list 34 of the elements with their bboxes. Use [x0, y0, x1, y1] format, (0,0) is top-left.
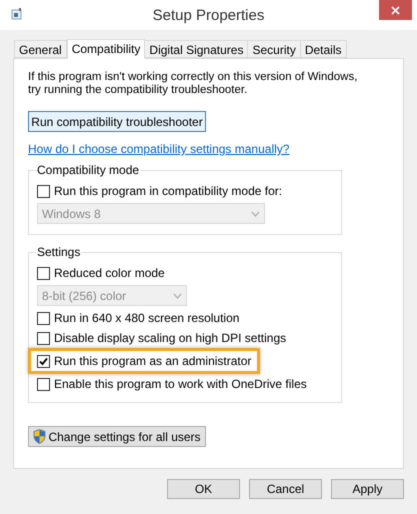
- checkbox-label: Run in 640 x 480 screen resolution: [54, 310, 240, 327]
- checkbox[interactable]: [37, 332, 50, 344]
- checkbox[interactable]: [37, 312, 50, 324]
- change-settings-button[interactable]: Change settings for all users: [28, 426, 206, 447]
- close-button[interactable]: [379, 0, 412, 20]
- close-icon: [391, 6, 400, 14]
- dialog-button[interactable]: Cancel: [249, 479, 322, 499]
- chevron-down-icon: [251, 210, 260, 216]
- troubleshooter-button[interactable]: Run compatibility troubleshooter: [28, 111, 206, 132]
- help-link[interactable]: How do I choose compatibility settings manually?: [28, 142, 290, 156]
- app-icon: [10, 7, 24, 21]
- tab[interactable]: General: [14, 40, 67, 58]
- tab[interactable]: Security: [247, 40, 301, 58]
- checkbox[interactable]: [37, 378, 50, 390]
- chevron-down-icon: [173, 292, 182, 298]
- tab[interactable]: Digital Signatures: [144, 40, 248, 58]
- group-title: Compatibility mode: [36, 163, 140, 177]
- window-title: Setup Properties: [152, 6, 264, 26]
- checkbox-label: Run this program in compatibility mode for:: [54, 183, 282, 200]
- checkbox-label: Reduced color mode: [54, 265, 165, 282]
- checkbox-label: Enable this program to work with OneDrive files: [54, 376, 307, 393]
- tab[interactable]: Details: [300, 40, 347, 58]
- checkbox-label: Disable display scaling on high DPI settings: [54, 330, 286, 347]
- checkbox[interactable]: [37, 184, 50, 198]
- checkbox[interactable]: [37, 354, 50, 368]
- shield-icon: [33, 429, 46, 444]
- dialog-button[interactable]: Apply: [331, 479, 404, 499]
- checkbox[interactable]: [37, 266, 50, 280]
- dialog-button[interactable]: OK: [167, 479, 240, 499]
- intro-text: If this program isn't working correctly on this version of Windows, try running the compatibility troubleshooter.: [28, 71, 358, 97]
- checkbox-label: Run this program as an administrator: [54, 353, 252, 370]
- tab[interactable]: Compatibility: [66, 39, 146, 59]
- checkmark-icon: [39, 356, 48, 366]
- group-title: Settings: [36, 245, 82, 259]
